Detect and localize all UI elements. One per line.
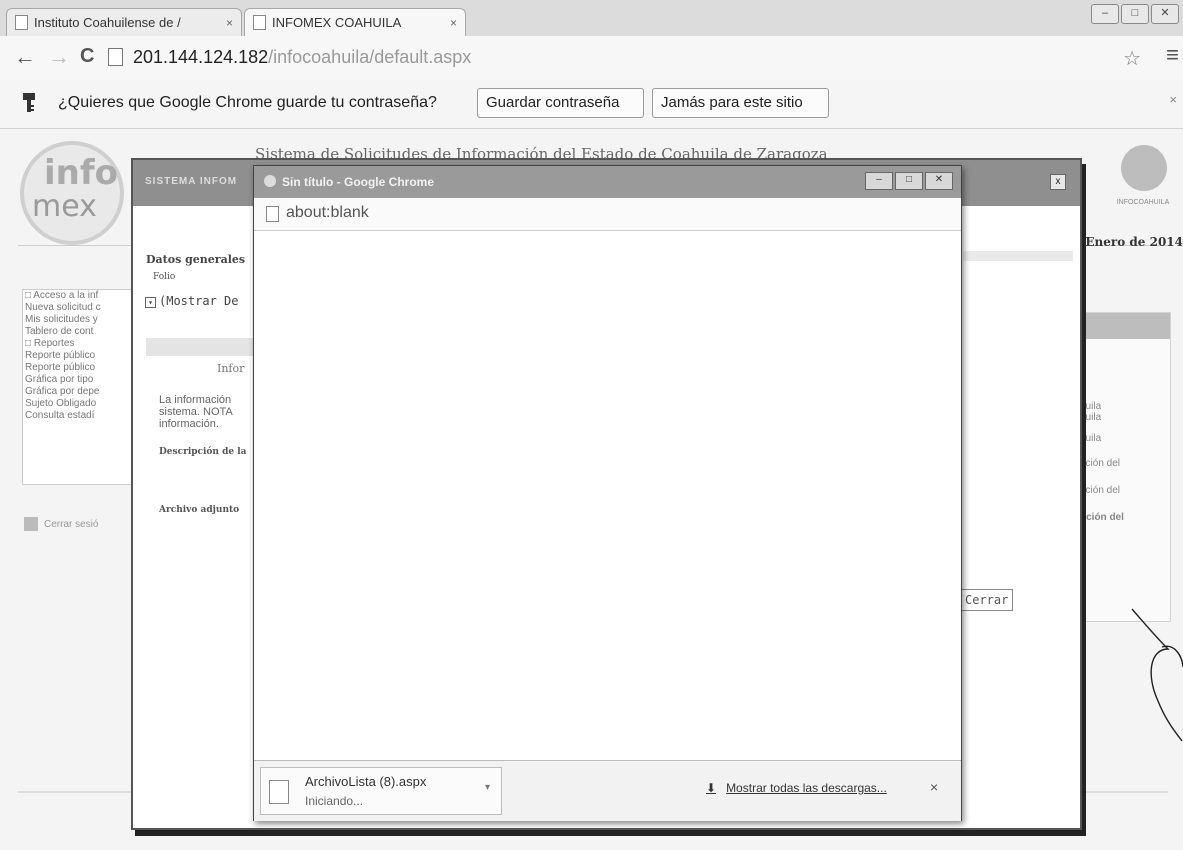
maximize-button[interactable]: □ xyxy=(895,172,923,190)
menu-item[interactable]: Gráfica por tipo xyxy=(23,374,133,386)
dialog-close-button[interactable]: x xyxy=(1050,174,1066,190)
popup-address-bar[interactable]: about:blank xyxy=(254,198,961,231)
date-text: e Enero de 2014 xyxy=(1073,235,1183,249)
info-text: La información sistema. NOTA información… xyxy=(159,394,233,430)
address-bar[interactable]: 201.144.124.182 /infocoahuila/default.as… xyxy=(108,42,1148,72)
download-item[interactable]: ArchivoLista (8).aspx Iniciando... ▾ xyxy=(260,767,502,815)
tab-infomex[interactable]: INFOMEX COAHUILA × xyxy=(244,8,466,36)
back-button[interactable]: ← xyxy=(14,44,36,70)
download-arrow-icon: ⬇ xyxy=(706,781,717,795)
attachment-label: Archivo adjunto xyxy=(159,505,240,515)
section-header-bar xyxy=(146,338,258,356)
infobar-close-icon[interactable]: × xyxy=(1169,92,1177,107)
menu-item[interactable]: Tablero de cont xyxy=(23,326,133,338)
key-icon xyxy=(22,92,36,119)
download-shelf: ArchivoLista (8).aspx Iniciando... ▾ ⬇ M… xyxy=(254,760,961,821)
show-details-toggle[interactable]: ▾ (Mostrar De xyxy=(145,294,238,308)
close-window-button[interactable]: ✕ xyxy=(925,172,953,190)
panel-item[interactable]: huila xyxy=(1076,412,1170,423)
infocoahuila-logo: INFOCOAHUILA xyxy=(1111,145,1175,215)
logout-icon xyxy=(24,517,38,531)
close-window-button[interactable]: ✕ xyxy=(1151,4,1179,24)
menu-item[interactable]: Sujeto Obligado xyxy=(23,398,133,410)
popup-window: Sin título - Google Chrome – □ ✕ about:b… xyxy=(253,165,962,821)
dialog-title: SISTEMA INFOM xyxy=(145,176,238,187)
seal-icon xyxy=(1121,145,1167,191)
menu-item[interactable]: Gráfica por depe xyxy=(23,386,133,398)
logo-text-bottom: mex xyxy=(32,189,97,224)
forward-button[interactable]: → xyxy=(48,44,70,70)
infobar-message: ¿Quieres que Google Chrome guarde tu con… xyxy=(58,94,437,111)
minimize-button[interactable]: – xyxy=(1091,4,1119,24)
page-icon xyxy=(15,15,28,30)
tab-instituto[interactable]: Instituto Coahuilense de / × xyxy=(6,8,242,36)
infomex-logo: info mex xyxy=(20,141,124,245)
download-status: Iniciando... xyxy=(305,794,364,808)
menu-item[interactable]: Mis solicitudes y xyxy=(23,314,133,326)
section-title-datos: Datos generales xyxy=(146,253,246,266)
panel-item[interactable]: huila xyxy=(1076,433,1170,444)
logo-caption: INFOCOAHUILA xyxy=(1116,199,1170,206)
logo-text-top: info xyxy=(44,153,119,193)
close-button[interactable]: Cerrar xyxy=(960,589,1014,611)
minimize-button[interactable]: – xyxy=(865,172,893,190)
window-controls: – □ ✕ xyxy=(1091,4,1179,26)
logout-link[interactable]: Cerrar sesió xyxy=(24,517,98,531)
menu-item[interactable]: Reporte público xyxy=(23,362,133,374)
handwritten-signature xyxy=(1131,608,1183,742)
page-icon xyxy=(266,206,279,222)
menu-item[interactable]: □ Acceso a la inf xyxy=(23,290,133,302)
url-host: 201.144.124.182 xyxy=(133,46,269,67)
chrome-menu-icon[interactable]: ≡ xyxy=(1166,42,1179,68)
download-menu-icon[interactable]: ▾ xyxy=(485,782,490,793)
info-section-title: Infor xyxy=(217,362,245,375)
never-for-site-button[interactable]: Jamás para este sitio xyxy=(652,88,829,118)
popup-window-controls: – □ ✕ xyxy=(865,172,953,190)
right-panel: huila huila huila nción del nción del nc… xyxy=(1075,312,1171,622)
left-menu: □ Acceso a la inf Nueva solicitud c Mis … xyxy=(22,289,134,485)
popup-url: about:blank xyxy=(286,204,369,221)
divider xyxy=(963,251,1073,261)
right-panel-header xyxy=(1076,313,1170,339)
page-icon xyxy=(253,15,266,30)
download-filename: ArchivoLista (8).aspx xyxy=(305,774,427,789)
logout-label: Cerrar sesió xyxy=(44,518,99,530)
password-infobar: ¿Quieres que Google Chrome guarde tu con… xyxy=(0,80,1183,129)
panel-item[interactable]: nción del xyxy=(1076,485,1170,496)
url-path: /infocoahuila/default.aspx xyxy=(268,46,472,67)
chrome-icon xyxy=(264,175,276,187)
tab-label: Instituto Coahuilense de / xyxy=(34,15,181,30)
download-shelf-close-icon[interactable]: × xyxy=(930,779,938,795)
save-password-button[interactable]: Guardar contraseña xyxy=(477,88,644,118)
panel-item[interactable]: nción del xyxy=(1076,512,1170,523)
show-all-downloads-link[interactable]: ⬇ Mostrar todas las descargas... xyxy=(706,781,887,795)
popup-titlebar: Sin título - Google Chrome – □ ✕ xyxy=(254,166,961,198)
show-details-label: (Mostrar De xyxy=(159,294,239,308)
page-icon xyxy=(108,48,123,66)
folio-label: Folio xyxy=(153,272,176,282)
panel-item[interactable]: nción del xyxy=(1076,458,1170,469)
menu-item[interactable]: Consulta estadí xyxy=(23,410,133,422)
description-label: Descripción de la xyxy=(159,447,247,457)
bookmark-star-icon[interactable]: ☆ xyxy=(1123,46,1141,71)
menu-item[interactable]: Reporte público xyxy=(23,350,133,362)
chevron-down-icon: ▾ xyxy=(145,297,156,308)
maximize-button[interactable]: □ xyxy=(1121,4,1149,24)
panel-item[interactable]: huila xyxy=(1076,401,1170,412)
menu-item[interactable]: Nueva solicitud c xyxy=(23,302,133,314)
reload-button[interactable]: C xyxy=(80,45,94,68)
tab-label: INFOMEX COAHUILA xyxy=(272,15,402,30)
browser-toolbar: ← → C 201.144.124.182 /infocoahuila/defa… xyxy=(0,36,1183,81)
show-all-label: Mostrar todas las descargas... xyxy=(726,781,887,795)
tab-close-icon[interactable]: × xyxy=(450,16,457,30)
menu-item[interactable]: □ Reportes xyxy=(23,338,133,350)
tab-strip: Instituto Coahuilense de / × INFOMEX COA… xyxy=(0,0,1183,36)
tab-close-icon[interactable]: × xyxy=(226,16,233,30)
popup-title: Sin título - Google Chrome xyxy=(282,175,434,189)
file-icon xyxy=(269,780,289,804)
